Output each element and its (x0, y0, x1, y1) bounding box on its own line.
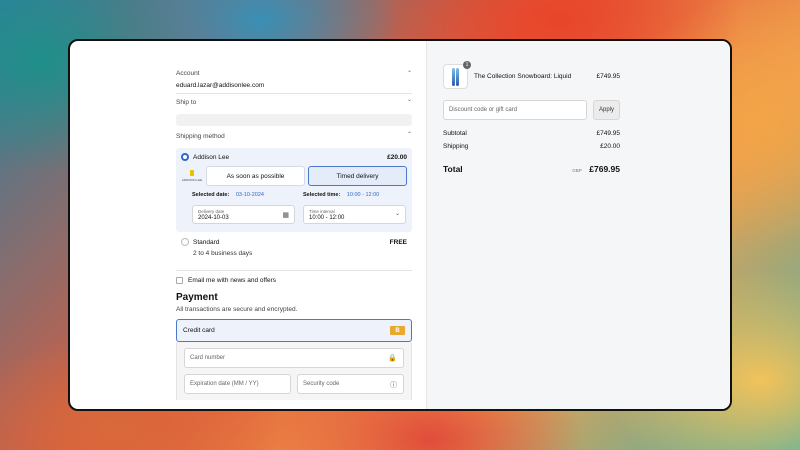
selected-date-value: 03-10-2024 (235, 192, 264, 198)
credit-card-label: Credit card (183, 327, 215, 334)
shipping-option-addison-lee[interactable]: Addison Lee £20.00 ADDISON LEE As soon a… (176, 148, 412, 232)
expiration-date-input[interactable]: Expiration date (MM / YY) (184, 374, 291, 394)
shipping-method-label: Shipping method (176, 133, 225, 140)
ship-to-label: Ship to (176, 99, 197, 106)
addison-lee-logo: ADDISON LEE (181, 166, 203, 186)
tab-as-soon-as-possible[interactable]: As soon as possible (206, 166, 305, 186)
tab-timed-delivery[interactable]: Timed delivery (308, 166, 407, 186)
lock-icon: 🔒 (388, 355, 397, 362)
subtotal-value: £749.95 (596, 130, 621, 137)
payment-title: Payment (176, 292, 218, 303)
delivery-date-field[interactable]: Delivery date 2024-10-03 ▦ (192, 205, 295, 224)
security-code-input[interactable]: Security code ⓘ (297, 374, 404, 394)
product-name: The Collection Snowboard: Liquid (474, 73, 572, 80)
chevron-down-icon[interactable]: ⌄ (407, 96, 412, 103)
shipping-option-price: FREE (389, 238, 407, 246)
subtotal-row: Subtotal £749.95 (443, 130, 620, 137)
shipping-method-section[interactable]: Shipping method ⌃ (176, 129, 412, 145)
product-thumbnail: 1 (443, 61, 471, 89)
time-interval-label: Time interval (309, 209, 335, 214)
discount-code-input[interactable]: Discount code or gift card (443, 100, 587, 120)
shipping-row: Shipping £20.00 (443, 143, 620, 150)
apply-button[interactable]: Apply (593, 100, 620, 120)
checkout-form: Account ⌄ eduard.lazar@addisonlee.com Sh… (70, 41, 426, 409)
checkbox[interactable] (176, 277, 183, 284)
order-line-item: 1 The Collection Snowboard: Liquid £749.… (443, 61, 621, 90)
delivery-date-label: Delivery date (198, 209, 225, 214)
shipping-option-name: Addison Lee (193, 153, 230, 161)
total-value: £769.95 (589, 164, 620, 174)
checkout-window: Account ⌄ eduard.lazar@addisonlee.com Sh… (68, 39, 732, 411)
delivery-date-value: 2024-10-03 (198, 215, 229, 221)
account-section[interactable]: Account ⌄ eduard.lazar@addisonlee.com (176, 65, 412, 94)
selected-time-label: Selected time: (303, 192, 341, 198)
discount-row: Discount code or gift card Apply (443, 100, 620, 120)
account-label: Account (176, 70, 200, 77)
selected-date-label: Selected date: (192, 192, 230, 198)
payment-subtitle: All transactions are secure and encrypte… (176, 306, 298, 313)
selected-time-value: 10:00 - 12:00 (346, 192, 380, 198)
chevron-up-icon[interactable]: ⌃ (407, 131, 412, 138)
shipping-label: Shipping (443, 143, 469, 150)
help-icon[interactable]: ⓘ (390, 380, 397, 390)
total-row: Total GBP £769.95 (443, 159, 620, 177)
ship-to-section[interactable]: Ship to ⌄ (176, 94, 412, 126)
calendar-icon[interactable]: ▦ (282, 211, 289, 219)
card-form: Card number 🔒 Expiration date (MM / YY) … (176, 342, 412, 400)
time-interval-value: 10:00 - 12:00 (309, 215, 345, 221)
shipping-option-standard[interactable]: Standard FREE 2 to 4 business days (176, 232, 412, 271)
newsletter-label: Email me with news and offers (188, 277, 277, 284)
shipping-option-price: £20.00 (387, 153, 407, 161)
chevron-down-icon[interactable]: ⌄ (407, 67, 412, 74)
account-email: eduard.lazar@addisonlee.com (176, 82, 265, 89)
card-brand-badge-icon: B (390, 326, 405, 335)
credit-card-option[interactable]: Credit card B (176, 319, 412, 342)
ship-to-address-field (176, 114, 412, 126)
currency-code: GBP (572, 168, 582, 173)
subtotal-label: Subtotal (443, 130, 467, 137)
product-price: £749.95 (596, 73, 621, 80)
radio-unselected-icon[interactable] (181, 238, 189, 246)
shipping-option-name: Standard (193, 238, 220, 246)
radio-selected-icon[interactable] (181, 153, 189, 161)
total-label: Total (443, 164, 463, 174)
shipping-option-subtitle: 2 to 4 business days (193, 250, 253, 257)
shipping-value: £20.00 (600, 143, 620, 150)
newsletter-checkbox-row[interactable]: Email me with news and offers (176, 277, 412, 284)
card-number-input[interactable]: Card number 🔒 (184, 348, 404, 368)
chevron-down-icon: ⌄ (394, 211, 400, 217)
order-summary: 1 The Collection Snowboard: Liquid £749.… (426, 41, 730, 409)
quantity-badge: 1 (463, 61, 471, 69)
time-interval-select[interactable]: Time interval 10:00 - 12:00 ⌄ (303, 205, 406, 224)
